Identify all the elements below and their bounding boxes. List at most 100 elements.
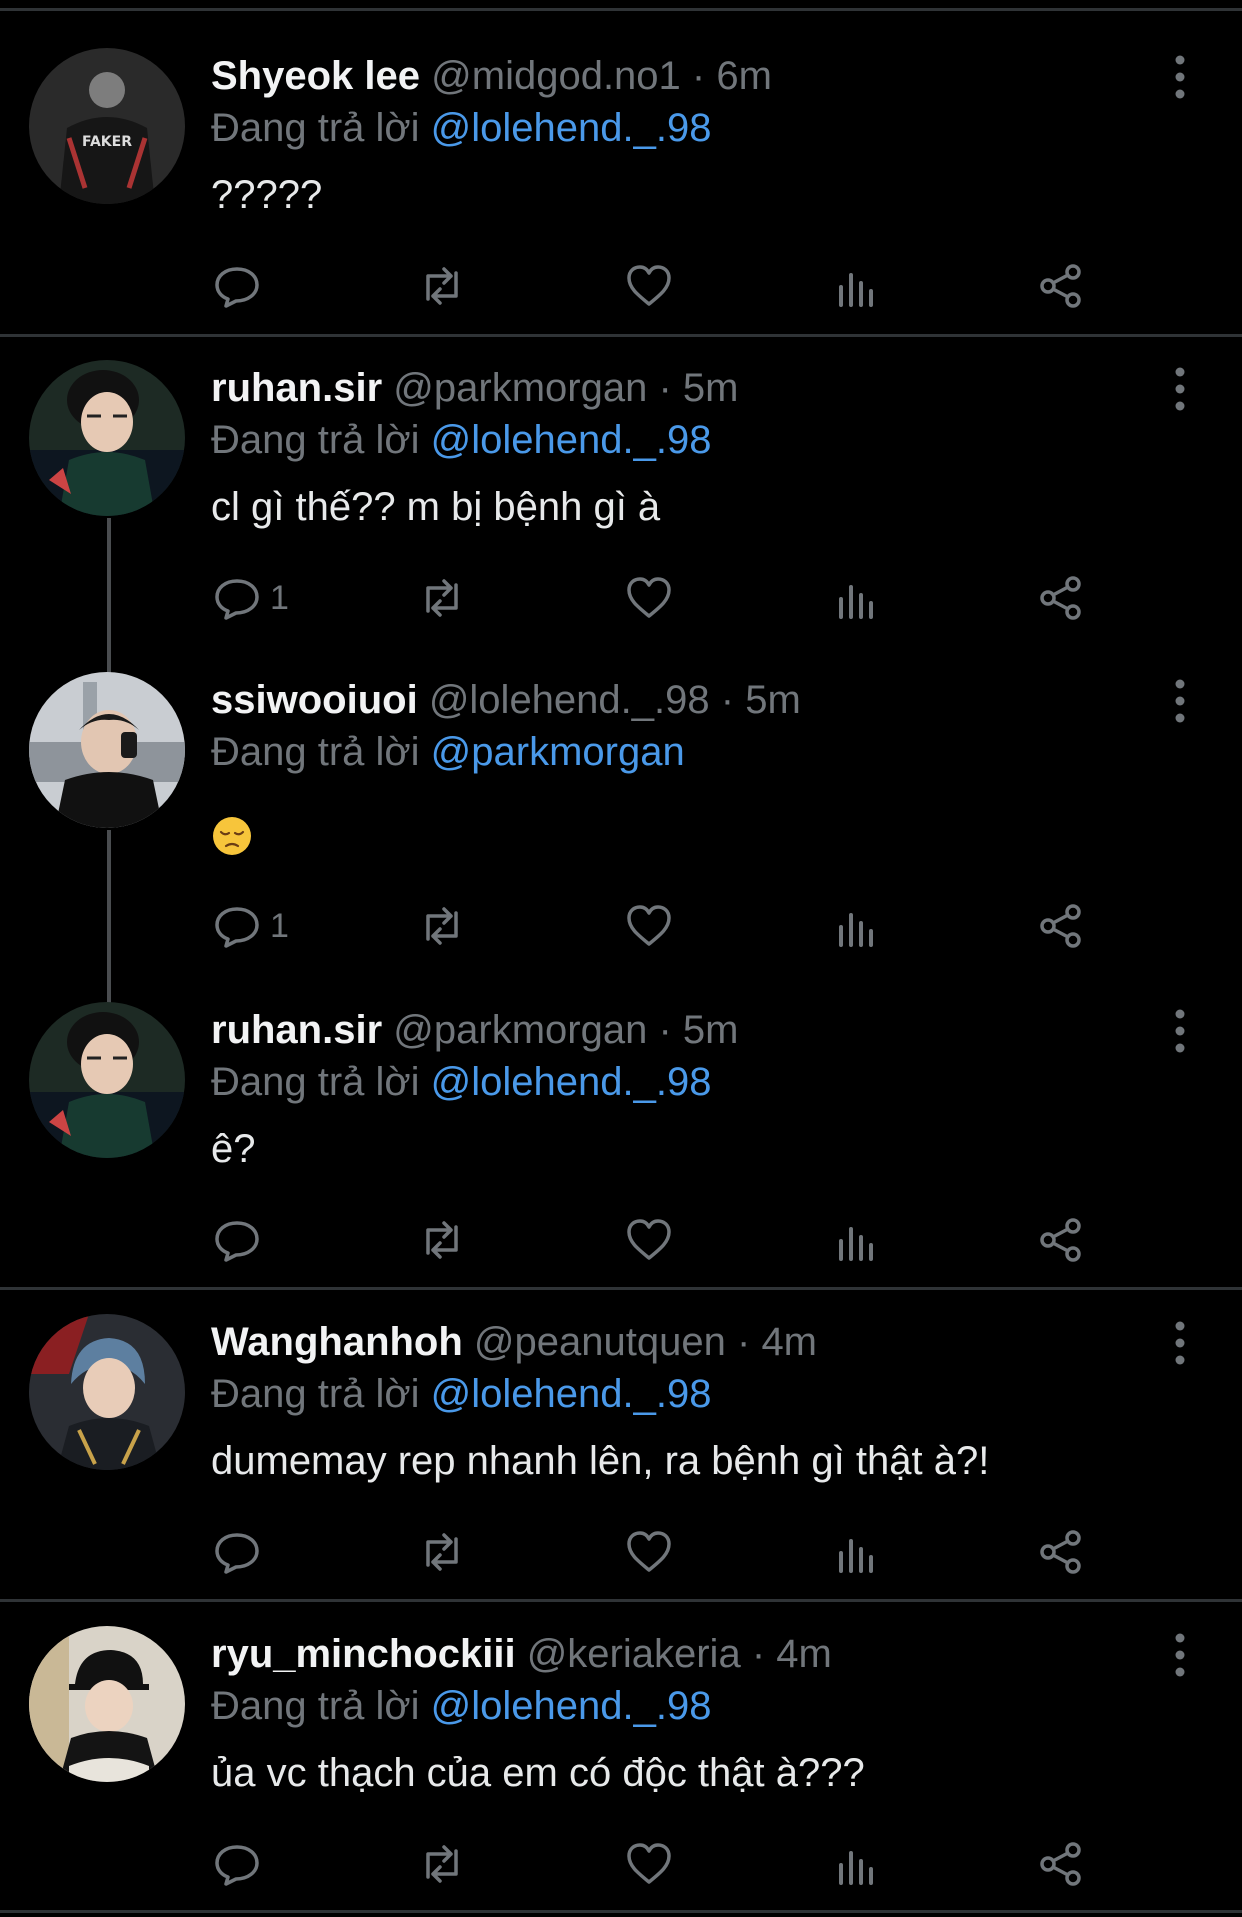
more-icon[interactable] [1165,1006,1195,1056]
share-button[interactable] [1036,256,1086,316]
replying-label: Đang trả lời [211,1684,420,1728]
reply-icon [215,1221,259,1262]
avatar[interactable] [29,1002,185,1158]
mention-link[interactable]: @lolehend._.98 [431,418,712,462]
more-icon[interactable] [1165,1318,1195,1368]
replying-label: Đang trả lời [211,730,420,774]
like-button[interactable] [624,256,674,316]
username[interactable]: @midgod.no1 [431,54,681,98]
share-button[interactable] [1036,1834,1086,1894]
more-icon[interactable] [1165,1630,1195,1680]
repost-button[interactable] [417,1834,467,1894]
replying-to: Đang trả lời @lolehend._.98 [211,416,712,464]
views-icon [839,1227,873,1261]
share-button[interactable] [1036,1522,1086,1582]
username[interactable]: @peanutquen [474,1320,726,1364]
like-button[interactable] [624,896,674,956]
reply-count: 1 [270,906,289,945]
mention-link[interactable]: @lolehend._.98 [431,1372,712,1416]
repost-button[interactable] [417,568,467,628]
repost-button[interactable] [417,1210,467,1270]
reply-count: 1 [270,578,289,617]
timestamp[interactable]: 4m [776,1632,832,1676]
reply-feed: FAKER Shyeok lee @midgod.no1 · 6m Đang t… [0,0,1242,1917]
share-button[interactable] [1036,896,1086,956]
reply-button[interactable]: 1 [212,568,289,628]
like-button[interactable] [624,568,674,628]
timestamp[interactable]: 5m [745,678,801,722]
display-name[interactable]: Shyeok lee [211,54,420,98]
share-icon [1040,576,1081,620]
views-button[interactable] [831,896,881,956]
like-button[interactable] [624,1834,674,1894]
reply-button[interactable] [212,1834,270,1894]
tweet-header: Shyeok lee @midgod.no1 · 6m [211,52,772,100]
display-name[interactable]: Wanghanhoh [211,1320,463,1364]
share-button[interactable] [1036,568,1086,628]
reply-button[interactable] [212,1522,270,1582]
username[interactable]: @lolehend._.98 [429,678,710,722]
repost-button[interactable] [417,1522,467,1582]
share-icon [1040,264,1081,308]
views-button[interactable] [831,1834,881,1894]
like-button[interactable] [624,1210,674,1270]
share-button[interactable] [1036,1210,1086,1270]
action-bar [0,1522,1242,1582]
avatar[interactable] [29,672,185,828]
views-icon [839,1851,873,1885]
mention-link[interactable]: @lolehend._.98 [431,1684,712,1728]
tweet-header: ryu_minchockiii @keriakeria · 4m [211,1630,832,1678]
reply-icon [215,579,259,620]
views-button[interactable] [831,256,881,316]
display-name[interactable]: ruhan.sir [211,1008,382,1052]
reply-icon [215,267,259,308]
like-icon [627,265,671,306]
display-name[interactable]: ryu_minchockiii [211,1632,516,1676]
timestamp[interactable]: 6m [716,54,772,98]
repost-button[interactable] [417,896,467,956]
replying-to: Đang trả lời @lolehend._.98 [211,1682,712,1730]
tweet-header: Wanghanhoh @peanutquen · 4m [211,1318,817,1366]
repost-icon [426,1221,458,1259]
username[interactable]: @parkmorgan [393,1008,647,1052]
display-name[interactable]: ssiwooiuoi [211,678,418,722]
reply-button[interactable] [212,1210,270,1270]
tweet-divider [0,1287,1242,1290]
replying-to: Đang trả lời @lolehend._.98 [211,1370,712,1418]
views-icon [839,273,873,307]
more-icon[interactable] [1165,364,1195,414]
avatar[interactable] [29,360,185,516]
timestamp[interactable]: 5m [683,366,739,410]
share-icon [1040,1218,1081,1262]
like-icon [627,1219,671,1260]
reply-button[interactable]: 1 [212,896,289,956]
separator: · [658,366,672,410]
views-button[interactable] [831,568,881,628]
more-icon[interactable] [1165,676,1195,726]
avatar-jersey-label: FAKER [82,134,132,150]
reply-button[interactable] [212,256,270,316]
avatar[interactable]: FAKER [29,48,185,204]
like-button[interactable] [624,1522,674,1582]
timestamp[interactable]: 4m [761,1320,817,1364]
like-icon [627,1531,671,1572]
action-bar: 1 [0,568,1242,628]
repost-icon [426,1845,458,1883]
repost-icon [426,267,458,305]
more-icon[interactable] [1165,52,1195,102]
views-button[interactable] [831,1210,881,1270]
avatar[interactable] [29,1626,185,1782]
username[interactable]: @parkmorgan [393,366,647,410]
avatar[interactable] [29,1314,185,1470]
mention-link[interactable]: @lolehend._.98 [431,106,712,150]
tweet-header: ssiwooiuoi @lolehend._.98 · 5m [211,676,801,724]
share-icon [1040,1842,1081,1886]
views-button[interactable] [831,1522,881,1582]
repost-button[interactable] [417,256,467,316]
tweet-text: ủa vc thạch của em có độc thật à??? [211,1751,865,1795]
display-name[interactable]: ruhan.sir [211,366,382,410]
mention-link[interactable]: @parkmorgan [431,730,685,774]
timestamp[interactable]: 5m [683,1008,739,1052]
username[interactable]: @keriakeria [527,1632,741,1676]
mention-link[interactable]: @lolehend._.98 [431,1060,712,1104]
